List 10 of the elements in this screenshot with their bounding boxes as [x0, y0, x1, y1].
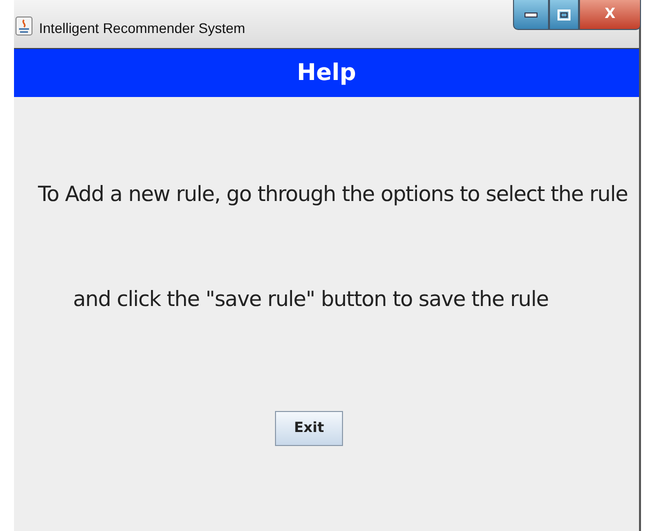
java-app-icon — [15, 16, 33, 36]
header-title: Help — [14, 48, 639, 97]
maximize-button[interactable] — [549, 0, 579, 30]
maximize-icon — [557, 8, 571, 20]
minimize-button[interactable] — [513, 0, 549, 30]
help-text: To Add a new rule, go through the options to select the rule — [38, 181, 629, 208]
exit-button[interactable]: Exit — [275, 411, 343, 446]
minimize-icon — [524, 12, 538, 18]
help-text: and click the "save rule" button to save the rule — [73, 286, 550, 312]
window-title: Intelligent Recommender System — [39, 19, 246, 38]
